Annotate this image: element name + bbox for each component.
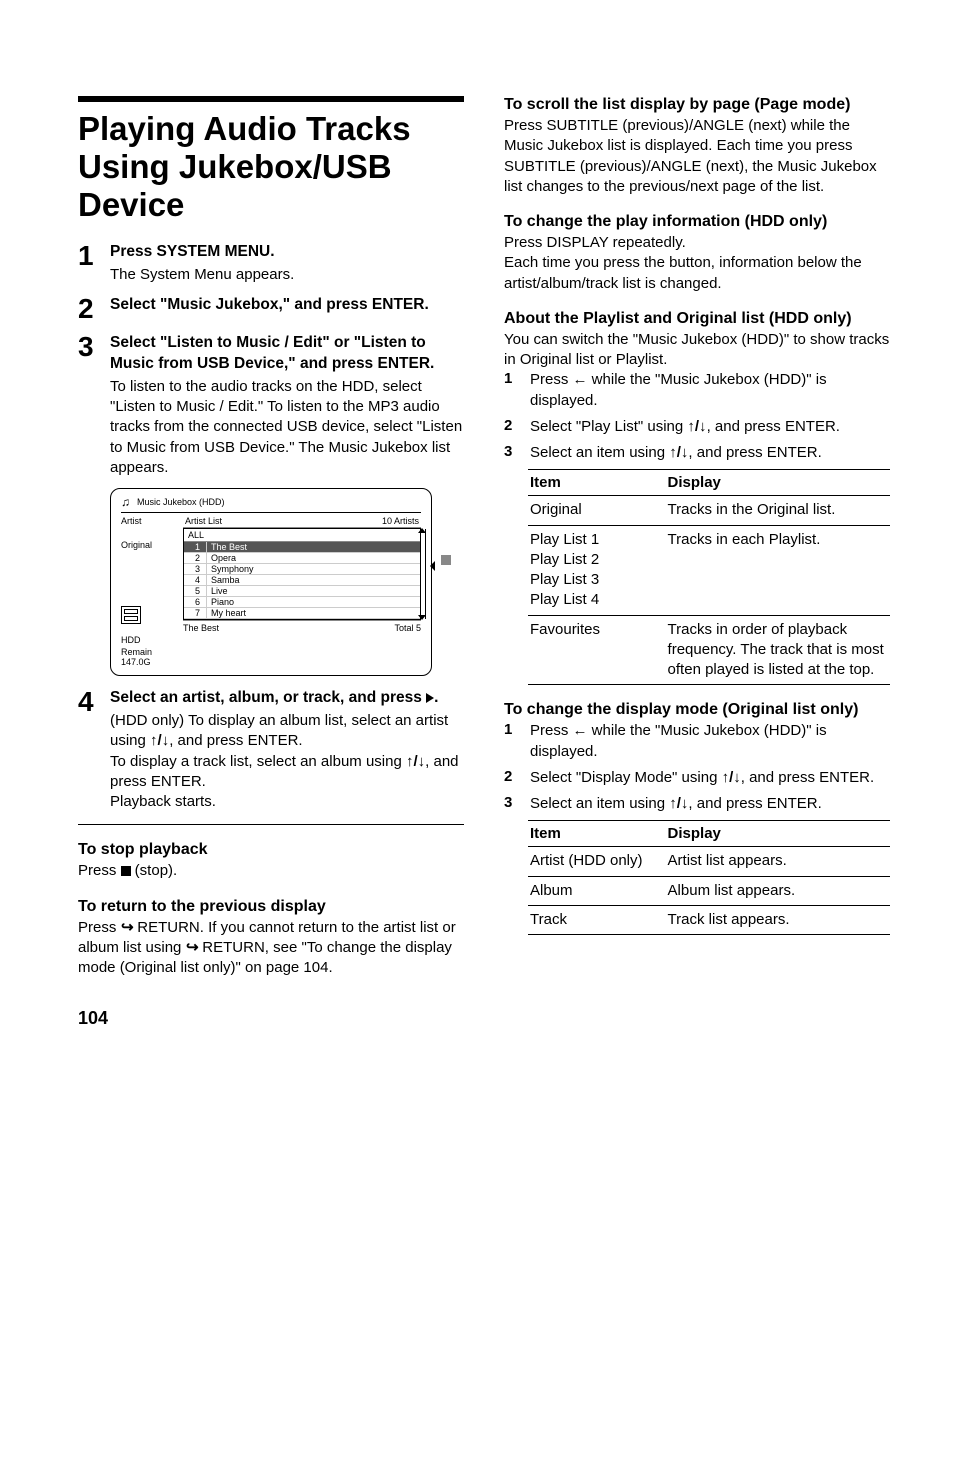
list-item: 6Piano — [184, 597, 420, 608]
step-text: To display a track list, select an album… — [110, 752, 464, 793]
step-number: 1 — [78, 242, 110, 285]
substep-3b: 3 Select an item using ↑/↓, and press EN… — [504, 794, 890, 814]
jb-hdd-label: HDD — [121, 635, 141, 645]
pointer-icon — [430, 561, 435, 571]
page-title: Playing Audio Tracks Using Jukebox/USB D… — [78, 110, 464, 224]
left-arrow-icon: ← — [573, 721, 588, 741]
jb-artist-label: Artist — [121, 516, 179, 526]
scrollbar-icon — [420, 529, 426, 619]
mode-heading: To change the display mode (Original lis… — [504, 701, 890, 719]
step-text: Playback starts. — [110, 792, 464, 812]
up-down-arrow-icon: ↑/↓ — [669, 795, 688, 812]
jb-original-label: Original — [121, 540, 179, 550]
step-text: The System Menu appears. — [110, 265, 294, 285]
up-down-arrow-icon: ↑/↓ — [722, 769, 741, 786]
table-row: Play List 1 Play List 2 Play List 3 Play… — [528, 525, 890, 615]
playlist-cell: Play List 1 Play List 2 Play List 3 Play… — [528, 525, 666, 615]
table-row: Artist (HDD only) Artist list appears. — [528, 847, 890, 876]
scroll-heading: To scroll the list display by page (Page… — [504, 96, 890, 114]
table-row: Track Track list appears. — [528, 905, 890, 934]
step-number: 2 — [78, 295, 110, 323]
scroll-body: Press SUBTITLE (previous)/ANGLE (next) w… — [504, 116, 890, 197]
about-heading: About the Playlist and Original list (HD… — [504, 310, 890, 328]
step-number: 4 — [78, 688, 110, 812]
list-item: 1The Best — [184, 542, 420, 553]
change-info-body: Press DISPLAY repeatedly. Each time you … — [504, 233, 890, 294]
step-heading: Select "Listen to Music / Edit" or "List… — [110, 333, 464, 375]
list-item: 2Opera — [184, 553, 420, 564]
table-header-item: Item — [528, 470, 666, 496]
jb-all-row: ALL — [184, 529, 420, 542]
return-text: Press RETURN. If you cannot return to th… — [78, 918, 464, 979]
table-header-item: Item — [528, 821, 666, 847]
stop-icon — [121, 866, 131, 876]
playlist-table: Item Display Original Tracks in the Orig… — [528, 469, 890, 685]
step-text: To listen to the audio tracks on the HDD… — [110, 377, 464, 478]
jb-list-head-right: 10 Artists — [382, 516, 419, 526]
substep-3: 3 Select an item using ↑/↓, and press EN… — [504, 443, 890, 463]
section-rule — [78, 96, 464, 102]
return-icon — [186, 939, 199, 956]
table-header-display: Display — [666, 470, 890, 496]
up-down-arrow-icon: ↑/↓ — [406, 753, 425, 770]
up-down-arrow-icon: ↑/↓ — [687, 418, 706, 435]
table-header-display: Display — [666, 821, 890, 847]
return-icon — [121, 919, 134, 936]
up-down-arrow-icon: ↑/↓ — [150, 732, 169, 749]
step-3: 3 Select "Listen to Music / Edit" or "Li… — [78, 333, 464, 478]
jb-remain-val: 147.0G — [121, 657, 151, 667]
table-row: Album Album list appears. — [528, 876, 890, 905]
table-row: Original Tracks in the Original list. — [528, 496, 890, 525]
jb-footer-right: Total 5 — [394, 623, 421, 633]
up-down-arrow-icon: ↑/↓ — [669, 444, 688, 461]
jukebox-illustration: Music Jukebox (HDD) Artist Original Arti… — [110, 488, 432, 676]
step-text: (HDD only) To display an album list, sel… — [110, 711, 464, 752]
substep-2: 2 Select "Play List" using ↑/↓, and pres… — [504, 417, 890, 437]
step-heading: Select "Music Jukebox," and press ENTER. — [110, 295, 429, 316]
page-number: 104 — [78, 1008, 890, 1029]
step-2: 2 Select "Music Jukebox," and press ENTE… — [78, 295, 464, 323]
list-item: 4Samba — [184, 575, 420, 586]
table-row: Favourites Tracks in order of playback f… — [528, 615, 890, 685]
list-item: 7My heart — [184, 608, 420, 619]
list-item: 3Symphony — [184, 564, 420, 575]
step-number: 3 — [78, 333, 110, 478]
step-4: 4 Select an artist, album, or track, and… — [78, 688, 464, 812]
list-item: 5Live — [184, 586, 420, 597]
play-icon — [426, 693, 434, 703]
substep-2b: 2 Select "Display Mode" using ↑/↓, and p… — [504, 768, 890, 788]
jb-remain-label: Remain — [121, 647, 152, 657]
stop-playback-text: Press (stop). — [78, 861, 464, 881]
change-info-heading: To change the play information (HDD only… — [504, 213, 890, 231]
jb-list-head-left: Artist List — [185, 516, 222, 526]
step-heading: Select an artist, album, or track, and p… — [110, 688, 464, 709]
jukebox-title: Music Jukebox (HDD) — [137, 497, 225, 507]
step-1: 1 Press SYSTEM MENU. The System Menu app… — [78, 242, 464, 285]
display-mode-table: Item Display Artist (HDD only) Artist li… — [528, 820, 890, 935]
jb-footer-left: The Best — [183, 623, 394, 633]
list-mode-icon — [121, 606, 141, 624]
stop-marker-icon — [441, 555, 451, 565]
return-heading: To return to the previous display — [78, 898, 464, 916]
substep-1b: 1 Press ← while the "Music Jukebox (HDD)… — [504, 721, 890, 762]
left-arrow-icon: ← — [573, 370, 588, 390]
substep-1: 1 Press ← while the "Music Jukebox (HDD)… — [504, 370, 890, 411]
stop-playback-heading: To stop playback — [78, 841, 464, 859]
music-note-icon — [121, 495, 131, 509]
about-body: You can switch the "Music Jukebox (HDD)"… — [504, 330, 890, 371]
step-heading: Press SYSTEM MENU. — [110, 242, 294, 263]
